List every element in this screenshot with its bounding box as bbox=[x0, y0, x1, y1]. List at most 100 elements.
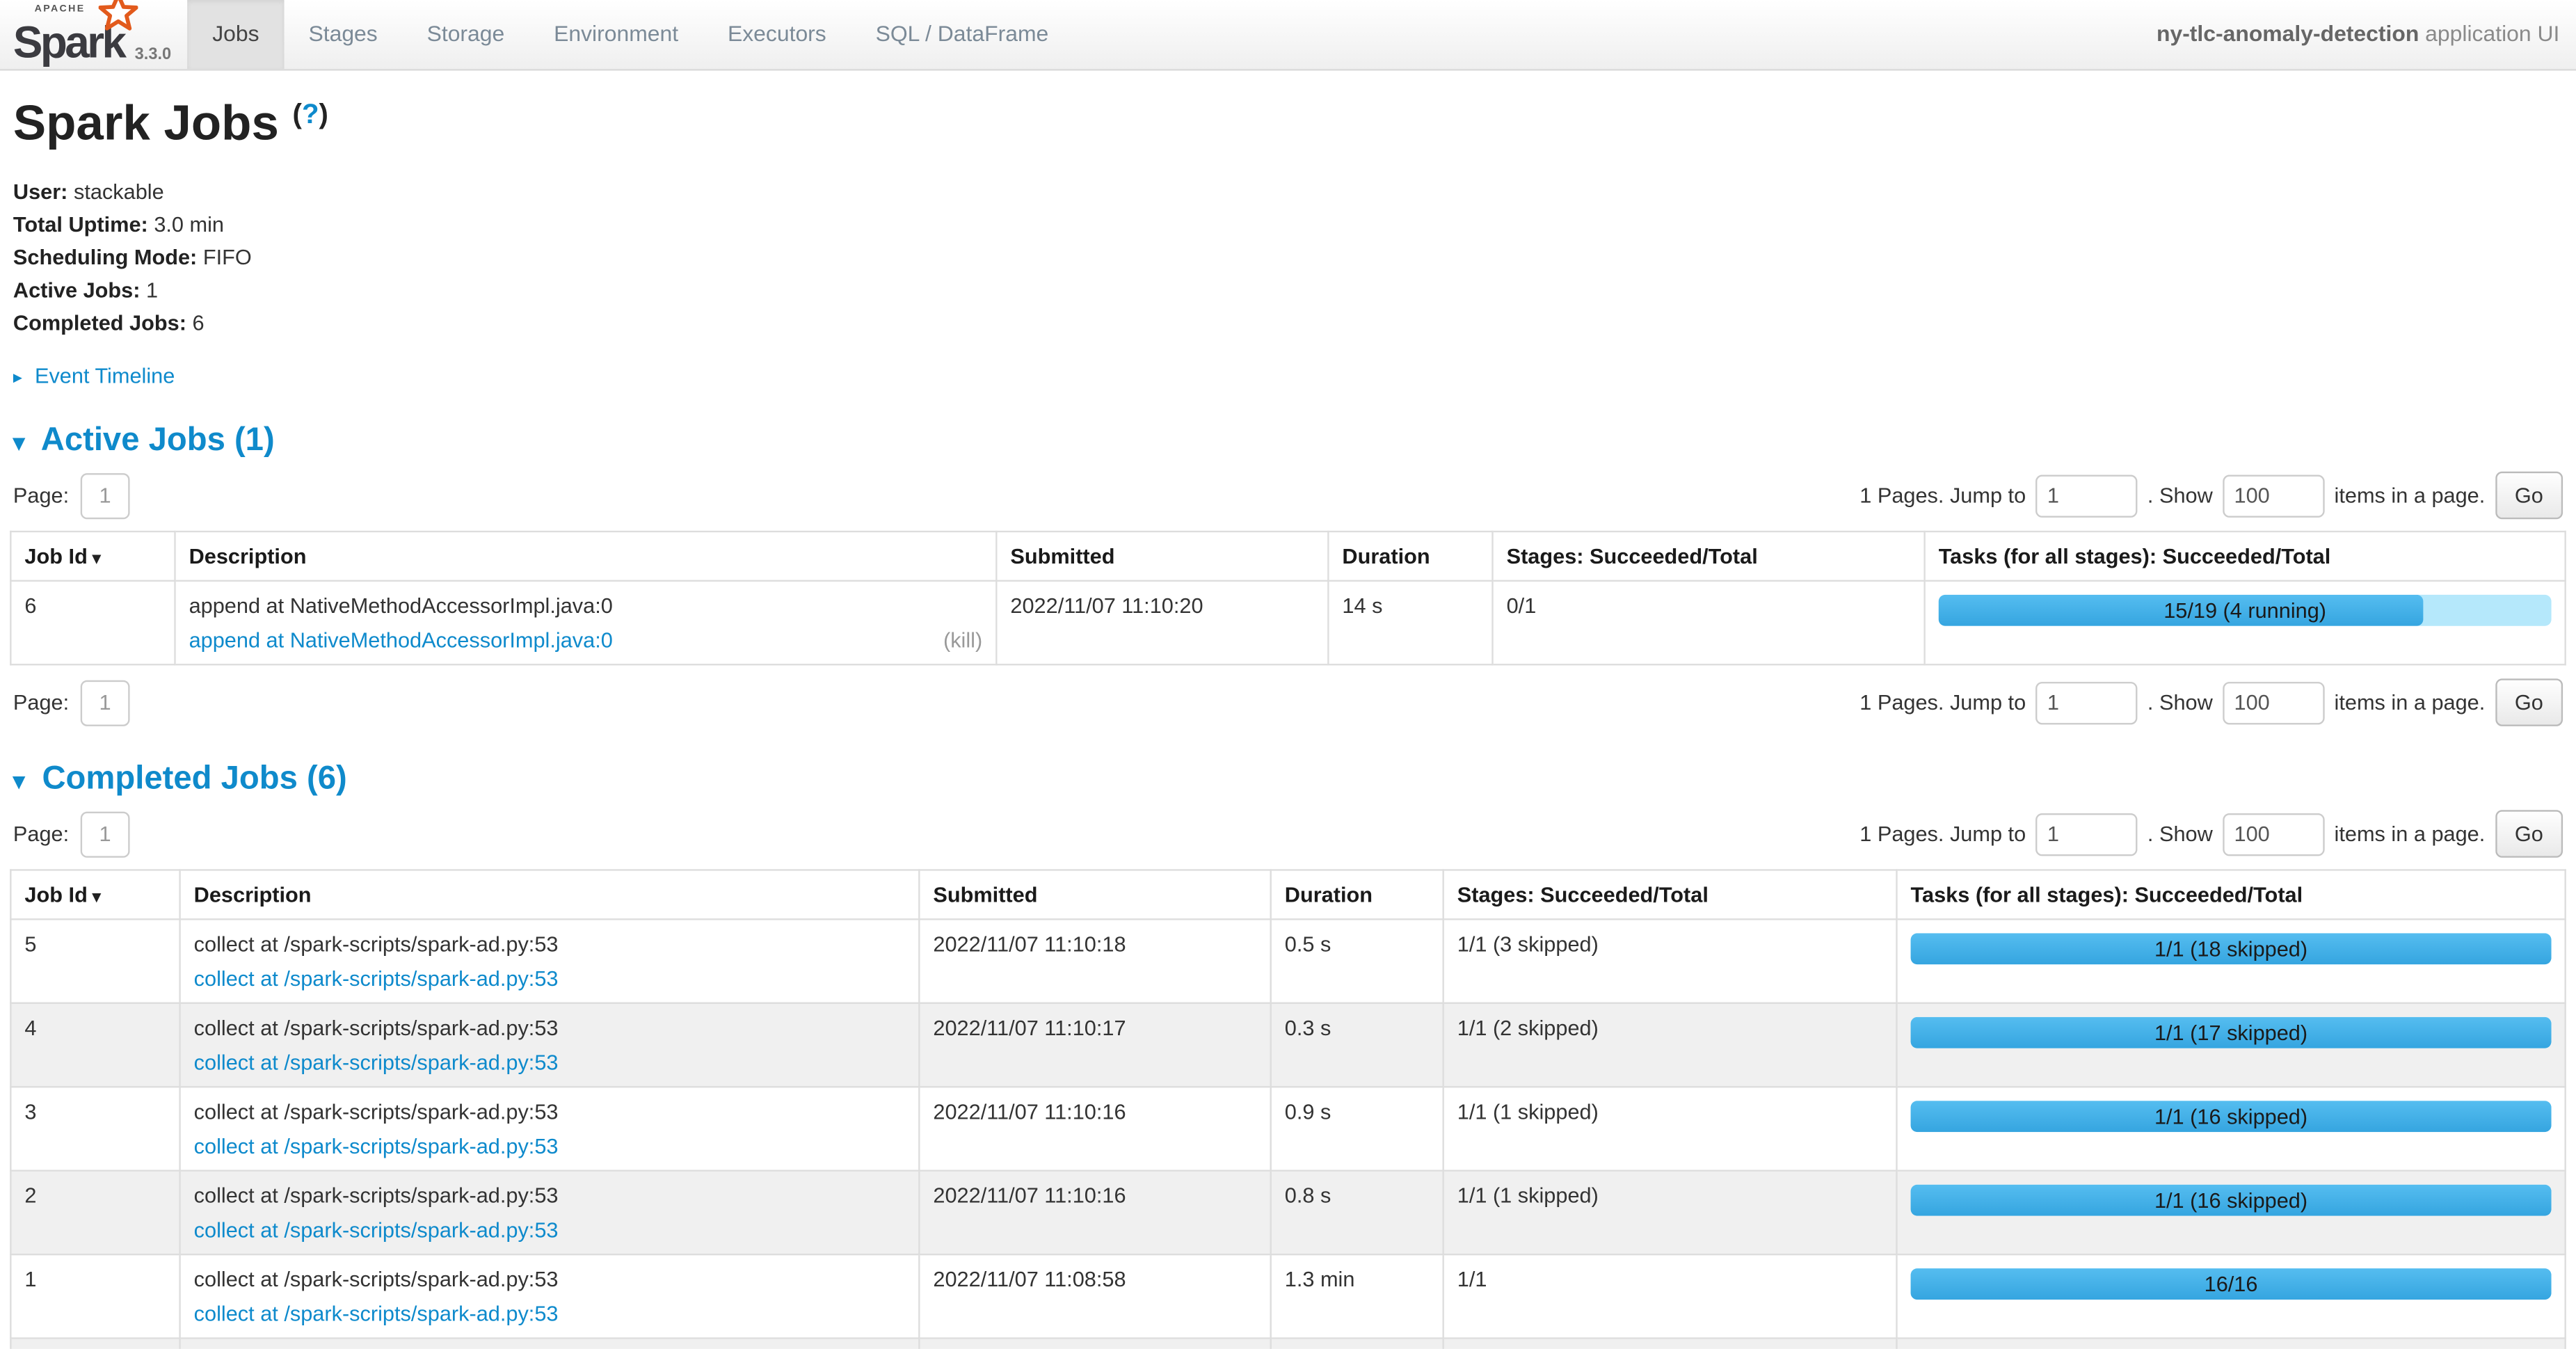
job-id-cell: 6 bbox=[10, 581, 175, 664]
job-detail-link[interactable]: collect at /spark-scripts/spark-ad.py:53 bbox=[194, 1050, 559, 1074]
items-per-page-input[interactable] bbox=[2223, 813, 2324, 855]
summary-label: Scheduling Mode: bbox=[13, 245, 197, 269]
event-timeline-toggle[interactable]: ▸ Event Timeline bbox=[13, 363, 2576, 388]
submitted-cell: 2022/11/07 11:10:16 bbox=[919, 1087, 1270, 1170]
job-description-text: collect at /spark-scripts/spark-ad.py:53 bbox=[194, 1183, 906, 1207]
nav-tabs: Jobs Stages Storage Environment Executor… bbox=[188, 0, 1073, 69]
go-button[interactable]: Go bbox=[2495, 472, 2563, 519]
active-jobs-pagination-bottom: Page: 1 Pages. Jump to . Show items in a… bbox=[0, 678, 2576, 726]
summary-label: Total Uptime: bbox=[13, 212, 148, 237]
kill-link[interactable]: (kill) bbox=[943, 628, 982, 652]
caret-down-icon: ▾ bbox=[13, 767, 25, 794]
column-header[interactable]: Duration bbox=[1271, 870, 1443, 919]
job-detail-link[interactable]: collect at /spark-scripts/spark-ad.py:53 bbox=[194, 1218, 559, 1242]
column-header[interactable]: Tasks (for all stages): Succeeded/Total bbox=[1896, 870, 2565, 919]
stages-cell: 1/1 (1 skipped) bbox=[1443, 1171, 1897, 1254]
description-cell: collect at /spark-scripts/spark-ad.py:53… bbox=[180, 1003, 920, 1087]
submitted-cell: 2022/11/07 11:10:17 bbox=[919, 1003, 1270, 1087]
items-per-page-input[interactable] bbox=[2223, 681, 2324, 724]
page-title: Spark Jobs (?) bbox=[13, 97, 2576, 152]
job-description-text: collect at /spark-scripts/spark-ad.py:53 bbox=[194, 932, 906, 956]
jump-to-page-input[interactable] bbox=[2035, 813, 2137, 855]
duration-cell: 0.8 s bbox=[1271, 1171, 1443, 1254]
tasks-progress-bar: 16/16 bbox=[1911, 1268, 2552, 1300]
progress-label: 16/16 bbox=[1911, 1268, 2552, 1300]
go-button[interactable]: Go bbox=[2495, 678, 2563, 726]
nav-tab[interactable]: Executors bbox=[703, 0, 851, 69]
summary-item: User: stackable bbox=[13, 179, 2576, 203]
column-header[interactable]: Description bbox=[175, 532, 997, 581]
job-id-cell: 0 bbox=[10, 1339, 179, 1349]
job-id-cell: 4 bbox=[10, 1003, 179, 1087]
help-parens: (?) bbox=[293, 99, 328, 130]
pages-jump-text: 1 Pages. Jump to bbox=[1859, 483, 2026, 507]
column-header[interactable]: Duration bbox=[1328, 532, 1492, 581]
description-cell: append at NativeMethodAccessorImpl.java:… bbox=[175, 581, 997, 664]
tasks-cell: 1/1 (18 skipped) bbox=[1896, 919, 2565, 1003]
spark-version: 3.3.0 bbox=[135, 46, 172, 64]
show-text: . Show bbox=[2147, 822, 2213, 846]
stages-cell: 1/1 (1 skipped) bbox=[1443, 1087, 1897, 1170]
summary-item: Total Uptime: 3.0 min bbox=[13, 212, 2576, 237]
column-header[interactable]: Job Id▾ bbox=[10, 870, 179, 919]
column-header[interactable]: Submitted bbox=[996, 532, 1328, 581]
summary-value: stackable bbox=[74, 179, 164, 203]
submitted-cell: 2022/11/07 11:10:18 bbox=[919, 919, 1270, 1003]
page-number-input[interactable] bbox=[81, 680, 130, 726]
tasks-cell: 1/1 (17 skipped) bbox=[1896, 1003, 2565, 1087]
column-header[interactable]: Description bbox=[180, 870, 920, 919]
show-text: . Show bbox=[2147, 690, 2213, 715]
job-detail-link[interactable]: collect at /spark-scripts/spark-ad.py:53 bbox=[194, 1301, 559, 1325]
nav-tab[interactable]: Storage bbox=[402, 0, 529, 69]
active-jobs-pagination-top: Page: 1 Pages. Jump to . Show items in a… bbox=[0, 472, 2576, 519]
duration-cell: 0.9 s bbox=[1271, 1087, 1443, 1170]
submitted-cell: 2022/11/07 11:08:15 bbox=[919, 1339, 1270, 1349]
completed-job-row: 1 collect at /spark-scripts/spark-ad.py:… bbox=[10, 1254, 2565, 1338]
job-detail-link[interactable]: append at NativeMethodAccessorImpl.java:… bbox=[189, 628, 613, 652]
tasks-cell: 1/1 (16 skipped) bbox=[1896, 1087, 2565, 1170]
summary-item: Scheduling Mode: FIFO bbox=[13, 245, 2576, 269]
job-description-text: collect at /spark-scripts/spark-ad.py:53 bbox=[194, 1015, 906, 1039]
completed-job-row: 0 parquet at NativeMethodAccessorImpl.ja… bbox=[10, 1339, 2565, 1349]
column-header[interactable]: Submitted bbox=[919, 870, 1270, 919]
nav-tab[interactable]: Stages bbox=[284, 0, 402, 69]
nav-tab[interactable]: Environment bbox=[529, 0, 703, 69]
apache-label: APACHE bbox=[35, 5, 86, 15]
job-detail-link[interactable]: collect at /spark-scripts/spark-ad.py:53 bbox=[194, 1134, 559, 1158]
pagination-bar: Page: 1 Pages. Jump to . Show items in a… bbox=[13, 810, 2563, 857]
active-job-row: 6 append at NativeMethodAccessorImpl.jav… bbox=[10, 581, 2565, 664]
summary-value: 1 bbox=[146, 278, 158, 302]
nav-tab[interactable]: SQL / DataFrame bbox=[851, 0, 1073, 69]
completed-job-row: 4 collect at /spark-scripts/spark-ad.py:… bbox=[10, 1003, 2565, 1087]
jump-to-page-input[interactable] bbox=[2035, 474, 2137, 516]
job-description-text: collect at /spark-scripts/spark-ad.py:53 bbox=[194, 1267, 906, 1291]
tasks-progress-bar: 1/1 (16 skipped) bbox=[1911, 1101, 2552, 1132]
job-detail-link[interactable]: collect at /spark-scripts/spark-ad.py:53 bbox=[194, 966, 559, 991]
job-id-cell: 3 bbox=[10, 1087, 179, 1170]
page-number-input[interactable] bbox=[81, 811, 130, 856]
tasks-cell: 1/1 (16 skipped) bbox=[1896, 1171, 2565, 1254]
progress-label: 1/1 (16 skipped) bbox=[1911, 1185, 2552, 1216]
sort-desc-icon: ▾ bbox=[93, 550, 101, 568]
page-number-input[interactable] bbox=[81, 472, 130, 518]
navbar: APACHE Spark 3.3.0 Jobs Stages Storage E… bbox=[0, 0, 2576, 71]
active-jobs-heading[interactable]: ▾ Active Jobs (1) bbox=[13, 422, 2576, 460]
column-header[interactable]: Job Id▾ bbox=[10, 532, 175, 581]
completed-jobs-pagination-top: Page: 1 Pages. Jump to . Show items in a… bbox=[0, 810, 2576, 857]
spark-star-icon bbox=[99, 0, 138, 33]
page-label: Page: bbox=[13, 690, 69, 715]
column-header[interactable]: Stages: Succeeded/Total bbox=[1443, 870, 1897, 919]
summary-item: Completed Jobs: 6 bbox=[13, 310, 2576, 335]
go-button[interactable]: Go bbox=[2495, 810, 2563, 857]
duration-cell: 1.3 min bbox=[1271, 1254, 1443, 1338]
duration-cell: 39 s bbox=[1271, 1339, 1443, 1349]
column-header[interactable]: Stages: Succeeded/Total bbox=[1493, 532, 1925, 581]
jump-to-page-input[interactable] bbox=[2035, 681, 2137, 724]
items-per-page-input[interactable] bbox=[2223, 474, 2324, 516]
help-link[interactable]: ? bbox=[302, 99, 319, 130]
completed-jobs-heading[interactable]: ▾ Completed Jobs (6) bbox=[13, 760, 2576, 798]
items-text: items in a page. bbox=[2335, 483, 2486, 507]
nav-tab[interactable]: Jobs bbox=[188, 0, 284, 69]
column-header[interactable]: Tasks (for all stages): Succeeded/Total bbox=[1925, 532, 2566, 581]
duration-cell: 0.3 s bbox=[1271, 1003, 1443, 1087]
